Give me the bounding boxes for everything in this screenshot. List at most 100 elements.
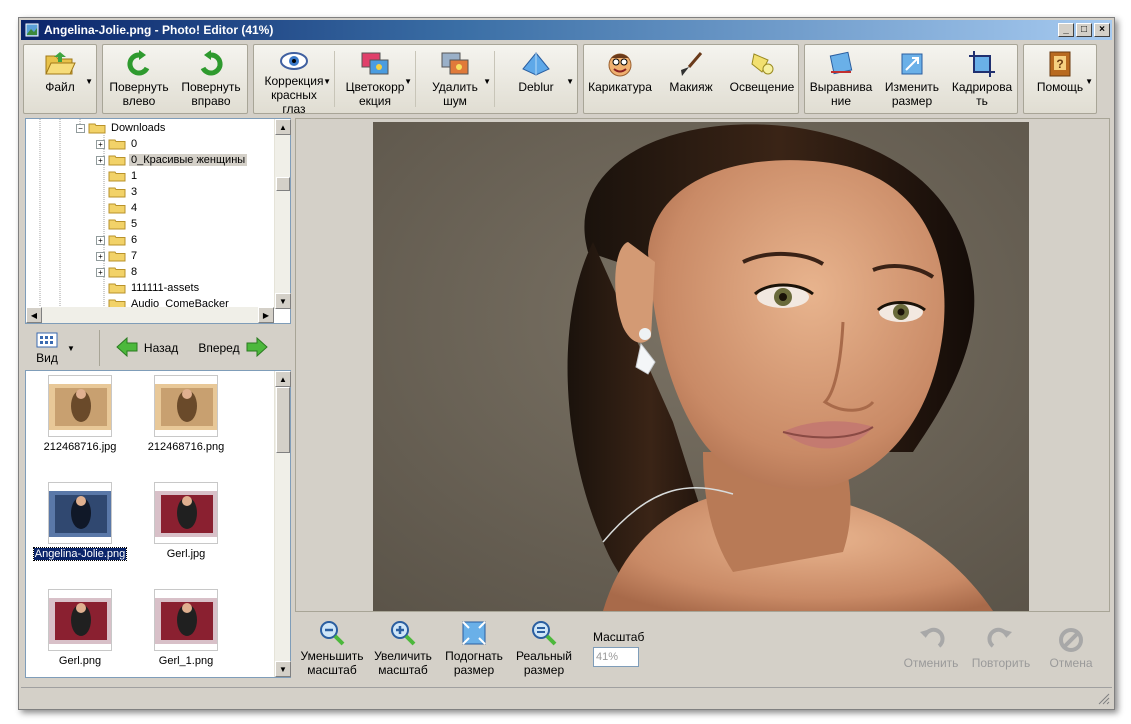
lighting-button[interactable]: Освещение <box>726 45 798 113</box>
tree-vertical-scrollbar[interactable]: ▲ ▼ <box>274 119 291 309</box>
file-thumbnail-item[interactable]: Gerl.jpg <box>136 482 236 560</box>
tree-item[interactable]: +0_Красивые женщины <box>96 152 248 168</box>
zoom-toolbar: Уменьшить масштаб Увеличить масштаб Подо… <box>295 614 1110 682</box>
scroll-thumb[interactable] <box>276 177 290 191</box>
tree-item-label: 7 <box>131 250 138 262</box>
expand-icon[interactable]: + <box>96 235 105 245</box>
expand-icon[interactable]: + <box>96 251 105 261</box>
portrait-photo[interactable] <box>373 122 1029 611</box>
back-button[interactable]: Назад <box>116 336 178 360</box>
file-button[interactable]: Файл ▼ <box>24 45 96 113</box>
deblur-button[interactable]: Deblur ▼ <box>495 45 577 113</box>
dropdown-arrow-icon[interactable]: ▼ <box>1085 75 1093 89</box>
maximize-button[interactable]: □ <box>1076 23 1092 37</box>
help-button[interactable]: ? Помощь ▼ <box>1024 45 1096 113</box>
denoise-icon <box>439 50 471 78</box>
tree-item[interactable]: +6 <box>96 232 139 248</box>
dropdown-arrow-icon[interactable]: ▼ <box>566 75 574 89</box>
dropdown-arrow-icon[interactable]: ▼ <box>323 75 331 89</box>
face-icon <box>604 50 636 78</box>
tree-item[interactable]: 111111-assets <box>96 280 201 296</box>
denoise-button[interactable]: Удалить шум ▼ <box>416 45 494 113</box>
red-eye-button[interactable]: Коррекция красных глаз ▼ <box>254 45 334 113</box>
prism-icon <box>520 50 552 78</box>
tree-item[interactable]: +0 <box>96 136 139 152</box>
svg-text:?: ? <box>1056 57 1063 71</box>
folder-icon <box>108 251 126 262</box>
tree-item[interactable]: 3 <box>96 184 139 200</box>
fit-size-button[interactable]: Подогнать размер <box>439 619 509 677</box>
dropdown-arrow-icon[interactable]: ▼ <box>404 75 412 89</box>
straighten-button[interactable]: Выравнива ние <box>805 45 877 113</box>
file-thumbnail-item[interactable]: Gerl.png <box>30 589 130 667</box>
file-thumbnail-item[interactable]: 212468716.jpg <box>30 375 130 453</box>
file-thumbnails[interactable]: 212468716.jpg 212468716.png Angelina-Jolie… <box>25 370 291 678</box>
color-correction-icon <box>359 50 391 78</box>
tree-item-label: Audio_ComeBacker <box>131 298 229 307</box>
files-vertical-scrollbar[interactable]: ▲ ▼ <box>274 371 291 677</box>
file-name-label: 212468716.jpg <box>43 441 117 453</box>
folder-icon <box>88 123 106 134</box>
cancel-button[interactable]: Отмена <box>1036 626 1106 670</box>
file-name-label: Gerl_1.png <box>158 655 214 667</box>
image-viewer[interactable] <box>295 118 1110 612</box>
file-thumbnail-item[interactable]: Angelina-Jolie.png <box>30 482 130 561</box>
folder-icon <box>108 219 126 230</box>
folder-tree[interactable]: − Downloads +0 +0_Красивые женщины 1 3 4 5 +6 +7 +… <box>25 118 291 324</box>
undo-button[interactable]: Отменить <box>896 626 966 670</box>
rotate-left-icon <box>123 50 155 78</box>
tree-item[interactable]: 5 <box>96 216 139 232</box>
tree-item[interactable]: Audio_ComeBacker <box>96 296 231 307</box>
zoom-out-button[interactable]: Уменьшить масштаб <box>297 619 367 677</box>
tree-item[interactable]: +7 <box>96 248 139 264</box>
tree-item-label: 6 <box>131 234 138 246</box>
makeup-button[interactable]: Макияж <box>656 45 726 113</box>
view-dropdown-arrow-icon[interactable]: ▼ <box>67 344 75 353</box>
zoom-input[interactable] <box>593 646 639 667</box>
dropdown-arrow-icon[interactable]: ▼ <box>483 75 491 89</box>
undo-icon <box>917 626 945 654</box>
scroll-up-icon[interactable]: ▲ <box>275 119 291 135</box>
tree-item[interactable]: − Downloads <box>76 120 167 136</box>
redo-button[interactable]: Повторить <box>966 626 1036 670</box>
actual-size-button[interactable]: Реальный размер <box>509 619 579 677</box>
scroll-left-icon[interactable]: ◀ <box>26 307 42 323</box>
scroll-thumb[interactable] <box>276 387 290 453</box>
resize-button[interactable]: Изменить размер <box>877 45 947 113</box>
folder-icon <box>108 187 126 198</box>
scroll-right-icon[interactable]: ▶ <box>258 307 274 323</box>
view-button[interactable]: Вид <box>29 332 65 365</box>
tree-item[interactable]: 1 <box>96 168 139 184</box>
tree-item[interactable]: 4 <box>96 200 139 216</box>
main-toolbar: Файл ▼ Повернуть влево Повернуть вправо <box>23 44 1110 114</box>
resize-grip-icon[interactable] <box>1098 693 1110 705</box>
crop-button[interactable]: Кадрирова ть <box>947 45 1017 113</box>
zoom-control: Масштаб <box>593 630 644 667</box>
forward-button[interactable]: Вперед <box>198 336 268 360</box>
expand-icon[interactable]: + <box>96 267 105 277</box>
collapse-icon[interactable]: − <box>76 123 85 133</box>
close-button[interactable]: × <box>1094 23 1110 37</box>
zoom-in-button[interactable]: Увеличить масштаб <box>367 619 439 677</box>
dropdown-arrow-icon[interactable]: ▼ <box>85 75 93 89</box>
actual-size-icon <box>530 619 558 647</box>
rotate-right-button[interactable]: Повернуть вправо <box>175 45 247 113</box>
color-correction-button[interactable]: Цветокорр екция ▼ <box>335 45 415 113</box>
effects-group: Карикатура Макияж Освещение <box>583 44 799 114</box>
minimize-button[interactable]: _ <box>1058 23 1074 37</box>
tree-item[interactable]: +8 <box>96 264 139 280</box>
rotate-left-button[interactable]: Повернуть влево <box>103 45 175 113</box>
folder-icon <box>108 299 126 307</box>
title-bar[interactable]: Angelina-Jolie.png - Photo! Editor (41%)… <box>21 20 1112 40</box>
scroll-up-icon[interactable]: ▲ <box>275 371 291 387</box>
expand-icon[interactable]: + <box>96 139 105 149</box>
scroll-down-icon[interactable]: ▼ <box>275 661 291 677</box>
arrow-right-icon <box>246 336 268 360</box>
scroll-down-icon[interactable]: ▼ <box>275 293 291 309</box>
expand-icon[interactable]: + <box>96 155 105 165</box>
tree-item-label: Downloads <box>111 122 166 134</box>
file-thumbnail-item[interactable]: 212468716.png <box>136 375 236 453</box>
file-thumbnail-item[interactable]: Gerl_1.png <box>136 589 236 667</box>
caricature-button[interactable]: Карикатура <box>584 45 656 113</box>
tree-horizontal-scrollbar[interactable]: ◀ ▶ <box>26 307 274 323</box>
